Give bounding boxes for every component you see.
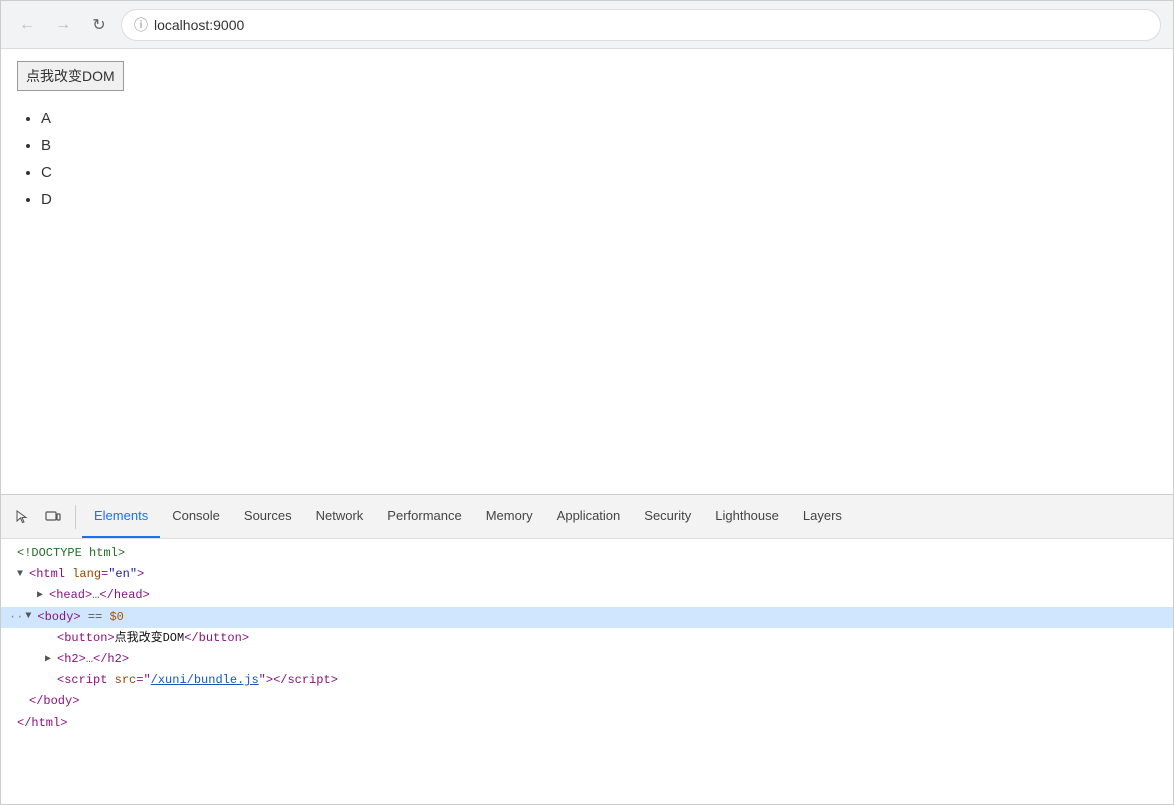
dom-head-line: ▶ <head> … </head> bbox=[1, 585, 1173, 606]
browser-window: ← → ↻ ⓘ localhost:9000 点我改变DOM A B C D bbox=[0, 0, 1174, 805]
dom-change-button[interactable]: 点我改变DOM bbox=[17, 61, 124, 91]
doctype-text: <!DOCTYPE html> bbox=[17, 544, 125, 563]
tab-lighthouse[interactable]: Lighthouse bbox=[703, 495, 791, 538]
triangle-icon: ▼ bbox=[17, 567, 29, 583]
back-button[interactable]: ← bbox=[13, 11, 41, 39]
list-item: C bbox=[41, 159, 1157, 186]
list-item: A bbox=[41, 105, 1157, 132]
triangle-icon: ▶ bbox=[37, 588, 49, 604]
dom-h2-line: ▶ <h2> … </h2> bbox=[1, 649, 1173, 670]
device-toggle-button[interactable] bbox=[39, 503, 67, 531]
dom-body-line[interactable]: ·· ▼ <body> == $0 bbox=[1, 607, 1173, 628]
browser-toolbar: ← → ↻ ⓘ localhost:9000 bbox=[1, 1, 1173, 49]
tab-security[interactable]: Security bbox=[632, 495, 703, 538]
address-bar[interactable]: ⓘ localhost:9000 bbox=[121, 9, 1161, 41]
devtools-toolbar: Elements Console Sources Network Perform… bbox=[1, 495, 1173, 539]
info-icon: ⓘ bbox=[134, 15, 148, 35]
devtools-panel: Elements Console Sources Network Perform… bbox=[1, 494, 1173, 804]
forward-button[interactable]: → bbox=[49, 11, 77, 39]
tab-sources[interactable]: Sources bbox=[232, 495, 304, 538]
triangle-icon: ▶ bbox=[45, 652, 57, 668]
reload-button[interactable]: ↻ bbox=[85, 11, 113, 39]
tab-elements[interactable]: Elements bbox=[82, 495, 160, 538]
dom-body-close-line: </body> bbox=[1, 691, 1173, 712]
tab-memory[interactable]: Memory bbox=[474, 495, 545, 538]
devtools-dom-tree: <!DOCTYPE html> ▼ <html lang = "en" > ▶ … bbox=[1, 539, 1173, 804]
toolbar-separator bbox=[75, 505, 76, 529]
page-content: 点我改变DOM A B C D bbox=[1, 49, 1173, 494]
tab-network[interactable]: Network bbox=[304, 495, 376, 538]
tab-performance[interactable]: Performance bbox=[375, 495, 473, 538]
dom-button-line: <button> 点我改变DOM </button> bbox=[1, 628, 1173, 649]
tab-layers[interactable]: Layers bbox=[791, 495, 854, 538]
dom-script-line: <script src = " /xuni/bundle.js " > </sc… bbox=[1, 670, 1173, 691]
devtools-tabs: Elements Console Sources Network Perform… bbox=[82, 495, 854, 538]
dom-html-close-line: </html> bbox=[1, 713, 1173, 734]
triangle-icon: ▼ bbox=[25, 609, 37, 625]
list-item: D bbox=[41, 186, 1157, 213]
script-src-link[interactable]: /xuni/bundle.js bbox=[151, 671, 259, 690]
tab-console[interactable]: Console bbox=[160, 495, 232, 538]
tab-application[interactable]: Application bbox=[545, 495, 633, 538]
list-item: B bbox=[41, 132, 1157, 159]
inspect-element-button[interactable] bbox=[9, 503, 37, 531]
dom-html-open-line: ▼ <html lang = "en" > bbox=[1, 564, 1173, 585]
url-text: localhost:9000 bbox=[154, 17, 244, 33]
dom-doctype-line: <!DOCTYPE html> bbox=[1, 543, 1173, 564]
page-list: A B C D bbox=[17, 105, 1157, 213]
